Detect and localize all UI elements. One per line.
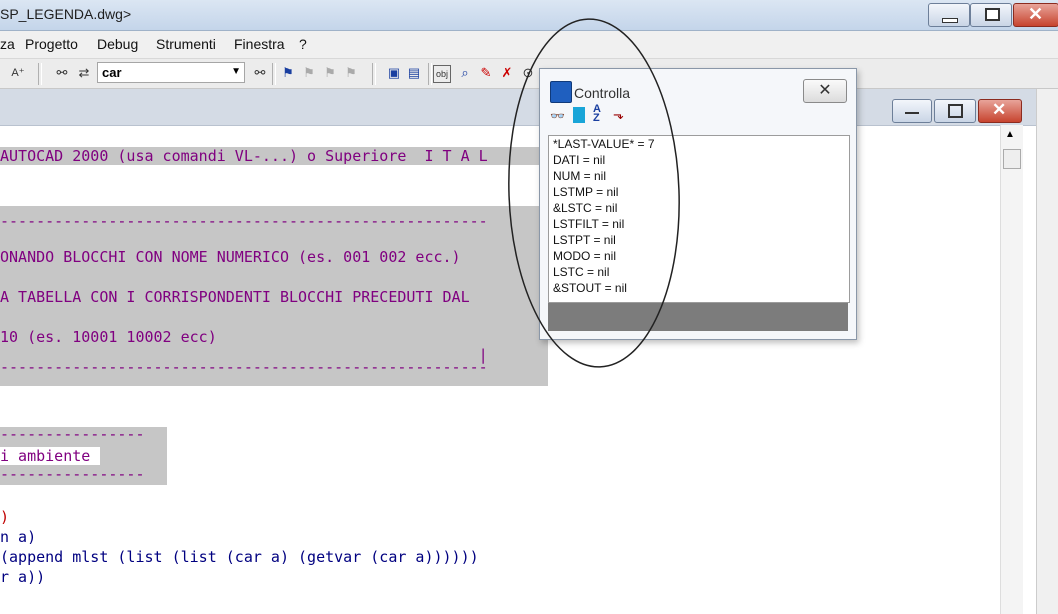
find-icon[interactable]: ⚯ [54, 65, 70, 81]
restore-button[interactable] [970, 3, 1012, 27]
toolbar-separator [372, 63, 376, 85]
toolbar-separator [38, 63, 42, 85]
next-bookmark-icon[interactable]: ⚑ [301, 65, 317, 81]
obj-icon[interactable]: obj [433, 65, 451, 83]
chevron-down-icon[interactable]: ▼ [231, 66, 241, 77]
restore-icon [985, 8, 1000, 21]
minimize-icon [905, 112, 919, 114]
scroll-thumb[interactable] [1003, 149, 1021, 169]
text-size-icon[interactable]: A⁺ [10, 65, 26, 81]
search-combobox[interactable]: car ▼ [97, 62, 245, 83]
code-line: AUTOCAD 2000 (usa comandi VL-...) o Supe… [0, 147, 548, 165]
search-input[interactable]: car [102, 65, 122, 80]
menu-item-help[interactable]: ? [299, 36, 307, 52]
menu-item-progetto[interactable]: Progetto [25, 36, 78, 52]
find-next-icon[interactable]: ⚯ [252, 65, 268, 81]
editor-scrollbar[interactable]: ▲ [1000, 125, 1023, 614]
editor-close-button[interactable]: ✕ [978, 99, 1022, 123]
code-line: (append mlst (list (list (car a) (getvar… [0, 548, 479, 566]
activate-autocad-icon[interactable]: ▣ [386, 65, 402, 81]
code-line: ONANDO BLOCCHI CON NOME NUMERICO (es. 00… [0, 248, 461, 266]
code-line: ---------------- [0, 465, 145, 483]
toolbar-separator [272, 63, 276, 85]
editor-maximize-button[interactable] [934, 99, 976, 123]
code-comment-block: ----------------------------------------… [0, 206, 548, 386]
bookmark-icon[interactable]: ⚑ [280, 65, 296, 81]
code-comment-block-2: ---------------- i ambiente ------------… [0, 425, 167, 485]
minimize-icon [942, 18, 958, 23]
code-line: n a) [0, 528, 37, 546]
close-icon: ✕ [992, 100, 1007, 119]
breakpoint-icon[interactable]: ✎ [478, 65, 494, 81]
code-line: 10 (es. 10001 10002 ecc) [0, 328, 217, 346]
code-line: A TABELLA CON I CORRISPONDENTI BLOCCHI P… [0, 288, 470, 306]
code-line: r a)) [0, 568, 46, 586]
editor-minimize-button[interactable] [892, 99, 932, 123]
toolbar-separator [428, 63, 432, 85]
dialog-close-button[interactable]: ✕ [803, 79, 847, 103]
menu-item-strumenti[interactable]: Strumenti [156, 36, 216, 52]
inspect-icon[interactable]: ⌕ [457, 65, 473, 81]
scroll-up-icon[interactable]: ▲ [1005, 129, 1015, 140]
code-line: ) [0, 508, 10, 526]
maximize-icon [948, 104, 963, 118]
close-icon: ✕ [1028, 4, 1044, 24]
code-header-block: AUTOCAD 2000 (usa comandi VL-...) o Supe… [0, 147, 548, 165]
menu-item-debug[interactable]: Debug [97, 36, 138, 52]
code-line: i ambiente [0, 447, 100, 465]
prev-bookmark-icon[interactable]: ⚑ [322, 65, 338, 81]
load-window-icon[interactable]: ▤ [406, 65, 422, 81]
outer-scrollbar[interactable] [1036, 89, 1058, 614]
clear-bookmarks-icon[interactable]: ⚑ [343, 65, 359, 81]
code-line: ----------------------------------------… [0, 358, 488, 376]
replace-icon[interactable]: ⇄ [76, 65, 92, 81]
minimize-button[interactable] [928, 3, 970, 27]
menu-item-visualizza[interactable]: za [0, 36, 15, 52]
menu-item-finestra[interactable]: Finestra [234, 36, 285, 52]
close-button[interactable]: ✕ [1013, 3, 1058, 27]
code-line: ---------------- [0, 425, 145, 443]
code-line: ----------------------------------------… [0, 212, 488, 230]
annotation-ellipse [508, 18, 680, 368]
window-title: SP_LEGENDA.dwg> [0, 6, 132, 22]
